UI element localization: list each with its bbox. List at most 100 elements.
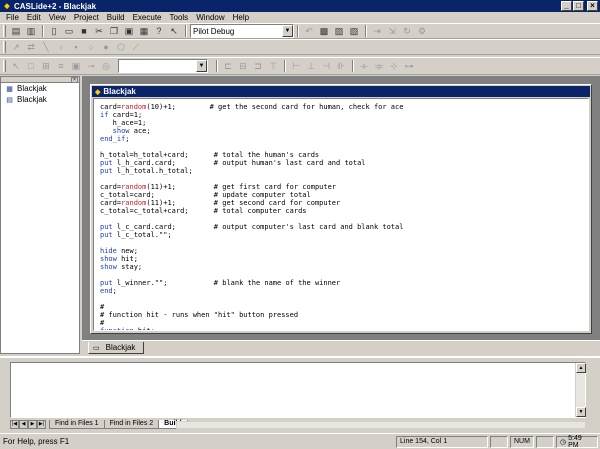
pointer-icon[interactable]: ↗ [9, 40, 23, 54]
tab-order-icon[interactable]: ⇄ [24, 40, 38, 54]
cut-icon[interactable]: ✂ [92, 24, 106, 38]
tree-item-file[interactable]: ▤ Blackjak [1, 94, 79, 105]
code-line: end_if; [100, 135, 130, 143]
editor-title-bar[interactable]: ◆ Blackjak [92, 86, 590, 97]
code-line: # [100, 319, 105, 327]
menu-edit[interactable]: Edit [23, 13, 45, 22]
status-message: For Help, press F1 [3, 437, 70, 446]
tab-find-in-files-2[interactable]: Find in Files 2 [103, 420, 160, 429]
scroll-up-icon[interactable]: ▲ [576, 363, 586, 373]
minimize-button[interactable]: _ [561, 1, 572, 11]
align-bottom-icon[interactable]: ⊥ [304, 59, 318, 73]
output-vertical-scrollbar[interactable]: ▲ ▼ [575, 363, 586, 417]
toolbar-separator [365, 25, 367, 37]
menu-window[interactable]: Window [192, 13, 228, 22]
center-horizontal-icon[interactable]: ⊹ [387, 59, 401, 73]
rectangle-icon[interactable]: ▫ [54, 40, 68, 54]
new-file-icon[interactable]: ▯ [47, 24, 61, 38]
same-width-icon[interactable]: ⊣ [319, 59, 333, 73]
copy-icon[interactable]: ❐ [107, 24, 121, 38]
ellipse-icon[interactable]: ○ [84, 40, 98, 54]
help-icon[interactable]: ? [152, 24, 166, 38]
space-across-icon[interactable]: ⟛ [357, 59, 371, 73]
configuration-select[interactable]: Pilot Debug ▼ [190, 24, 294, 38]
line-icon[interactable]: ╲ [39, 40, 53, 54]
code-line: put l_h_total.h_total; [100, 167, 193, 175]
toolbar-grip[interactable] [3, 41, 6, 53]
document-tabs: ▭ Blackjak [82, 340, 600, 354]
frame-icon[interactable]: □ [24, 59, 38, 73]
run-icon[interactable]: ▧ [347, 24, 361, 38]
output-window-icon[interactable]: ▥ [24, 24, 38, 38]
align-right-icon[interactable]: ⊐ [251, 59, 265, 73]
build-icon[interactable]: ▩ [317, 24, 331, 38]
menu-tools[interactable]: Tools [166, 13, 193, 22]
save-icon[interactable]: ■ [77, 24, 91, 38]
context-help-icon[interactable]: ↖ [167, 24, 181, 38]
refresh-icon[interactable]: ↻ [400, 24, 414, 38]
chevron-down-icon[interactable]: ▼ [282, 25, 293, 37]
tab-first-button[interactable]: |◀ [10, 420, 19, 429]
title-bar: ◆ CASLide+2 - Blackjak _ □ × [0, 0, 600, 12]
output-horizontal-scrollbar[interactable] [176, 421, 586, 429]
polygon-icon[interactable]: ⬠ [114, 40, 128, 54]
center-vertical-icon[interactable]: ⊶ [402, 59, 416, 73]
link-icon[interactable]: ⊸ [84, 59, 98, 73]
undo-icon[interactable]: ↶ [302, 24, 316, 38]
tab-last-button[interactable]: ▶| [37, 420, 46, 429]
paste-icon[interactable]: ▣ [122, 24, 136, 38]
pointer-icon[interactable]: ↖ [9, 59, 23, 73]
workspace-close-button[interactable]: × [71, 77, 78, 83]
output-tabs: |◀ ◀ ▶ ▶| Find in Files 1 Find in Files … [10, 420, 188, 430]
code-line: show hit; [100, 255, 138, 263]
align-middle-icon[interactable]: ⊢ [289, 59, 303, 73]
scroll-down-icon[interactable]: ▼ [576, 407, 586, 417]
object-select[interactable]: ▼ [118, 59, 208, 73]
step-into-icon[interactable]: ⇲ [385, 24, 399, 38]
rebuild-icon[interactable]: ▨ [332, 24, 346, 38]
tab-find-in-files-1[interactable]: Find in Files 1 [49, 420, 105, 429]
tab-prev-button[interactable]: ◀ [19, 420, 28, 429]
tree-item-project[interactable]: ▦ Blackjak [1, 83, 79, 94]
close-button[interactable]: × [587, 1, 598, 11]
grid-icon[interactable]: ⊞ [39, 59, 53, 73]
menu-help[interactable]: Help [229, 13, 253, 22]
code-line: if card=1; [100, 111, 143, 119]
menu-execute[interactable]: Execute [129, 13, 166, 22]
output-text-area[interactable]: ▲ ▼ [10, 362, 586, 418]
code-line: # [100, 303, 105, 311]
workspace-icon[interactable]: ▤ [9, 24, 23, 38]
align-top-icon[interactable]: ⊤ [266, 59, 280, 73]
print-icon[interactable]: ▦ [137, 24, 151, 38]
tab-next-button[interactable]: ▶ [28, 420, 37, 429]
polyline-icon[interactable]: ⟋ [129, 40, 143, 54]
filled-ellipse-icon[interactable]: ● [99, 40, 113, 54]
align-left-icon[interactable]: ⊏ [221, 59, 235, 73]
open-folder-icon[interactable]: ▭ [62, 24, 76, 38]
chevron-down-icon[interactable]: ▼ [196, 60, 207, 72]
step-over-icon[interactable]: ⇥ [370, 24, 384, 38]
same-height-icon[interactable]: ⊪ [334, 59, 348, 73]
space-down-icon[interactable]: ⟚ [372, 59, 386, 73]
code-line: put l_c_total.""; [100, 231, 172, 239]
menu-file[interactable]: File [2, 13, 23, 22]
menu-view[interactable]: View [45, 13, 70, 22]
hotspot-icon[interactable]: ◎ [99, 59, 113, 73]
code-line: end; [100, 287, 117, 295]
menu-build[interactable]: Build [103, 13, 129, 22]
menu-project[interactable]: Project [70, 13, 103, 22]
debug-icon[interactable]: ⚙ [415, 24, 429, 38]
toolbar-grip[interactable] [3, 25, 6, 37]
maximize-button[interactable]: □ [573, 1, 584, 11]
status-time: 5:49 PM [568, 434, 582, 449]
text-icon[interactable]: ≡ [54, 59, 68, 73]
image-icon[interactable]: ▣ [69, 59, 83, 73]
tree-item-label: Blackjak [17, 84, 47, 93]
align-center-icon[interactable]: ⊟ [236, 59, 250, 73]
code-editor[interactable]: card=random(10)+1; # get the second card… [93, 98, 589, 331]
code-line: card=random(11)+1; # get first card for … [100, 183, 337, 191]
toolbar-grip[interactable] [3, 60, 6, 72]
tab-blackjak[interactable]: ▭ Blackjak [88, 342, 145, 354]
filled-rectangle-icon[interactable]: ▪ [69, 40, 83, 54]
status-clock: ◷ 5:49 PM [556, 434, 598, 449]
